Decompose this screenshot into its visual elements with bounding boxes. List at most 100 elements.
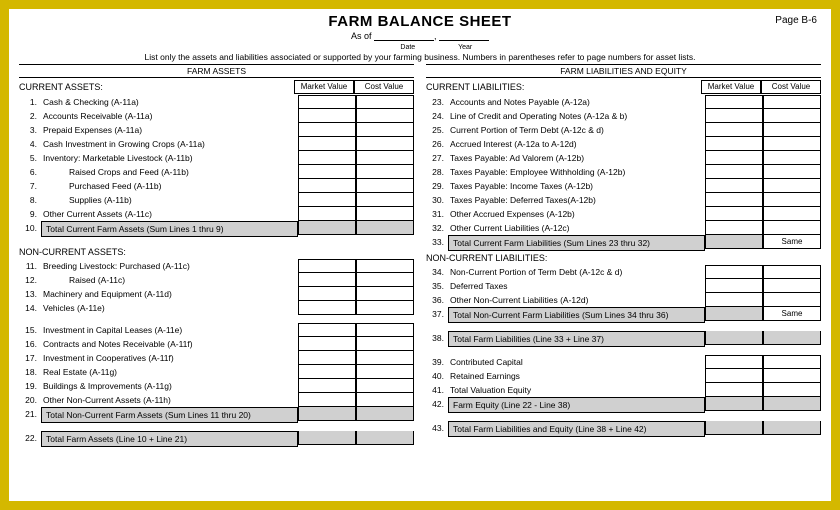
line-item: 26.Accrued Interest (A-12a to A-12d) <box>426 137 821 151</box>
cv-cell[interactable] <box>356 151 414 165</box>
mv-cell[interactable] <box>705 221 763 235</box>
line-item: 29.Taxes Payable: Income Taxes (A-12b) <box>426 179 821 193</box>
liab-header: FARM LIABILITIES AND EQUITY <box>426 64 821 78</box>
line-item: 18.Real Estate (A-11g) <box>19 365 414 379</box>
non-current-assets-hdr: NON-CURRENT ASSETS: <box>19 247 414 257</box>
cv-cell[interactable] <box>356 179 414 193</box>
line-item: 4.Cash Investment in Growing Crops (A-11… <box>19 137 414 151</box>
cv-cell[interactable] <box>763 383 821 397</box>
mv-cell[interactable] <box>298 273 356 287</box>
line-item: 35.Deferred Taxes <box>426 279 821 293</box>
mv-cell[interactable] <box>298 109 356 123</box>
line-item: 32.Other Current Liabilities (A-12c) <box>426 221 821 235</box>
cv-cell[interactable] <box>763 207 821 221</box>
line-item: 16.Contracts and Notes Receivable (A-11f… <box>19 337 414 351</box>
line-item: 15.Investment in Capital Leases (A-11e) <box>19 323 414 337</box>
year-field[interactable] <box>439 31 489 41</box>
mv-cell[interactable] <box>705 265 763 279</box>
mv-cell[interactable] <box>298 193 356 207</box>
line-item: 19.Buildings & Improvements (A-11g) <box>19 379 414 393</box>
cv-cell[interactable] <box>356 207 414 221</box>
mv-cell[interactable] <box>705 193 763 207</box>
mv-cell[interactable] <box>298 365 356 379</box>
mv-cell[interactable] <box>705 279 763 293</box>
mv-cell[interactable] <box>298 337 356 351</box>
balance-sheet: Page B-6 FARM BALANCE SHEET As of , Date… <box>9 9 831 501</box>
date-field[interactable] <box>374 31 434 41</box>
cv-cell[interactable] <box>763 95 821 109</box>
line-item: 39.Contributed Capital <box>426 355 821 369</box>
cv-cell[interactable] <box>356 337 414 351</box>
mv-cell[interactable] <box>705 293 763 307</box>
non-current-liab-hdr: NON-CURRENT LIABILITIES: <box>426 253 821 263</box>
line-item: 36.Other Non-Current Liabilities (A-12d) <box>426 293 821 307</box>
mv-cell[interactable] <box>298 301 356 315</box>
cv-cell[interactable] <box>763 109 821 123</box>
mv-cell[interactable] <box>705 137 763 151</box>
cv-cell[interactable] <box>356 287 414 301</box>
cv-cell[interactable] <box>763 355 821 369</box>
cv-cell[interactable] <box>356 351 414 365</box>
mv-cell[interactable] <box>298 287 356 301</box>
mv-cell[interactable] <box>298 137 356 151</box>
line-item: 17.Investment in Cooperatives (A-11f) <box>19 351 414 365</box>
mv-cell[interactable] <box>705 369 763 383</box>
cv-cell[interactable] <box>356 123 414 137</box>
line-item: 3.Prepaid Expenses (A-11a) <box>19 123 414 137</box>
mv-cell[interactable] <box>705 109 763 123</box>
cv-cell[interactable] <box>763 193 821 207</box>
cv-cell[interactable] <box>356 323 414 337</box>
line-item: 11.Breeding Livestock: Purchased (A-11c) <box>19 259 414 273</box>
mv-cell[interactable] <box>705 151 763 165</box>
line-item: 8.Supplies (A-11b) <box>19 193 414 207</box>
line-item: 40.Retained Earnings <box>426 369 821 383</box>
cv-cell[interactable] <box>356 301 414 315</box>
mv-cell[interactable] <box>298 259 356 273</box>
mv-cell[interactable] <box>298 123 356 137</box>
mv-cell[interactable] <box>298 207 356 221</box>
line-item: 20.Other Non-Current Assets (A-11h) <box>19 393 414 407</box>
cv-cell[interactable] <box>356 137 414 151</box>
mv-cell[interactable] <box>298 165 356 179</box>
cv-cell[interactable] <box>356 165 414 179</box>
cv-cell[interactable] <box>763 293 821 307</box>
mv-cell[interactable] <box>705 123 763 137</box>
cv-cell[interactable] <box>763 165 821 179</box>
cv-cell[interactable] <box>356 259 414 273</box>
mv-cell[interactable] <box>705 207 763 221</box>
line-item: 9.Other Current Assets (A-11c) <box>19 207 414 221</box>
cv-cell[interactable] <box>763 279 821 293</box>
cv-cell[interactable] <box>763 265 821 279</box>
mv-cell[interactable] <box>705 165 763 179</box>
mv-cell[interactable] <box>298 393 356 407</box>
mv-cell[interactable] <box>298 351 356 365</box>
line-item: 25.Current Portion of Term Debt (A-12c &… <box>426 123 821 137</box>
mv-cell[interactable] <box>705 355 763 369</box>
cv-cell[interactable] <box>763 221 821 235</box>
mv-cell[interactable] <box>298 151 356 165</box>
cv-cell[interactable] <box>356 273 414 287</box>
cv-cell[interactable] <box>356 379 414 393</box>
cv-cell[interactable] <box>356 109 414 123</box>
line-item: 6.Raised Crops and Feed (A-11b) <box>19 165 414 179</box>
cv-cell[interactable] <box>763 137 821 151</box>
assets-header: FARM ASSETS <box>19 64 414 78</box>
cv-cell[interactable] <box>356 393 414 407</box>
mv-cell[interactable] <box>298 323 356 337</box>
cv-cell[interactable] <box>763 151 821 165</box>
line-item: 34.Non-Current Portion of Term Debt (A-1… <box>426 265 821 279</box>
line-item: 2.Accounts Receivable (A-11a) <box>19 109 414 123</box>
mv-cell[interactable] <box>705 95 763 109</box>
cv-cell[interactable] <box>763 123 821 137</box>
mv-cell[interactable] <box>705 179 763 193</box>
cv-cell[interactable] <box>763 369 821 383</box>
cv-cell[interactable] <box>356 365 414 379</box>
line-item: 24.Line of Credit and Operating Notes (A… <box>426 109 821 123</box>
mv-cell[interactable] <box>298 95 356 109</box>
cv-cell[interactable] <box>763 179 821 193</box>
mv-cell[interactable] <box>298 379 356 393</box>
cv-cell[interactable] <box>356 193 414 207</box>
mv-cell[interactable] <box>298 179 356 193</box>
mv-cell[interactable] <box>705 383 763 397</box>
cv-cell[interactable] <box>356 95 414 109</box>
